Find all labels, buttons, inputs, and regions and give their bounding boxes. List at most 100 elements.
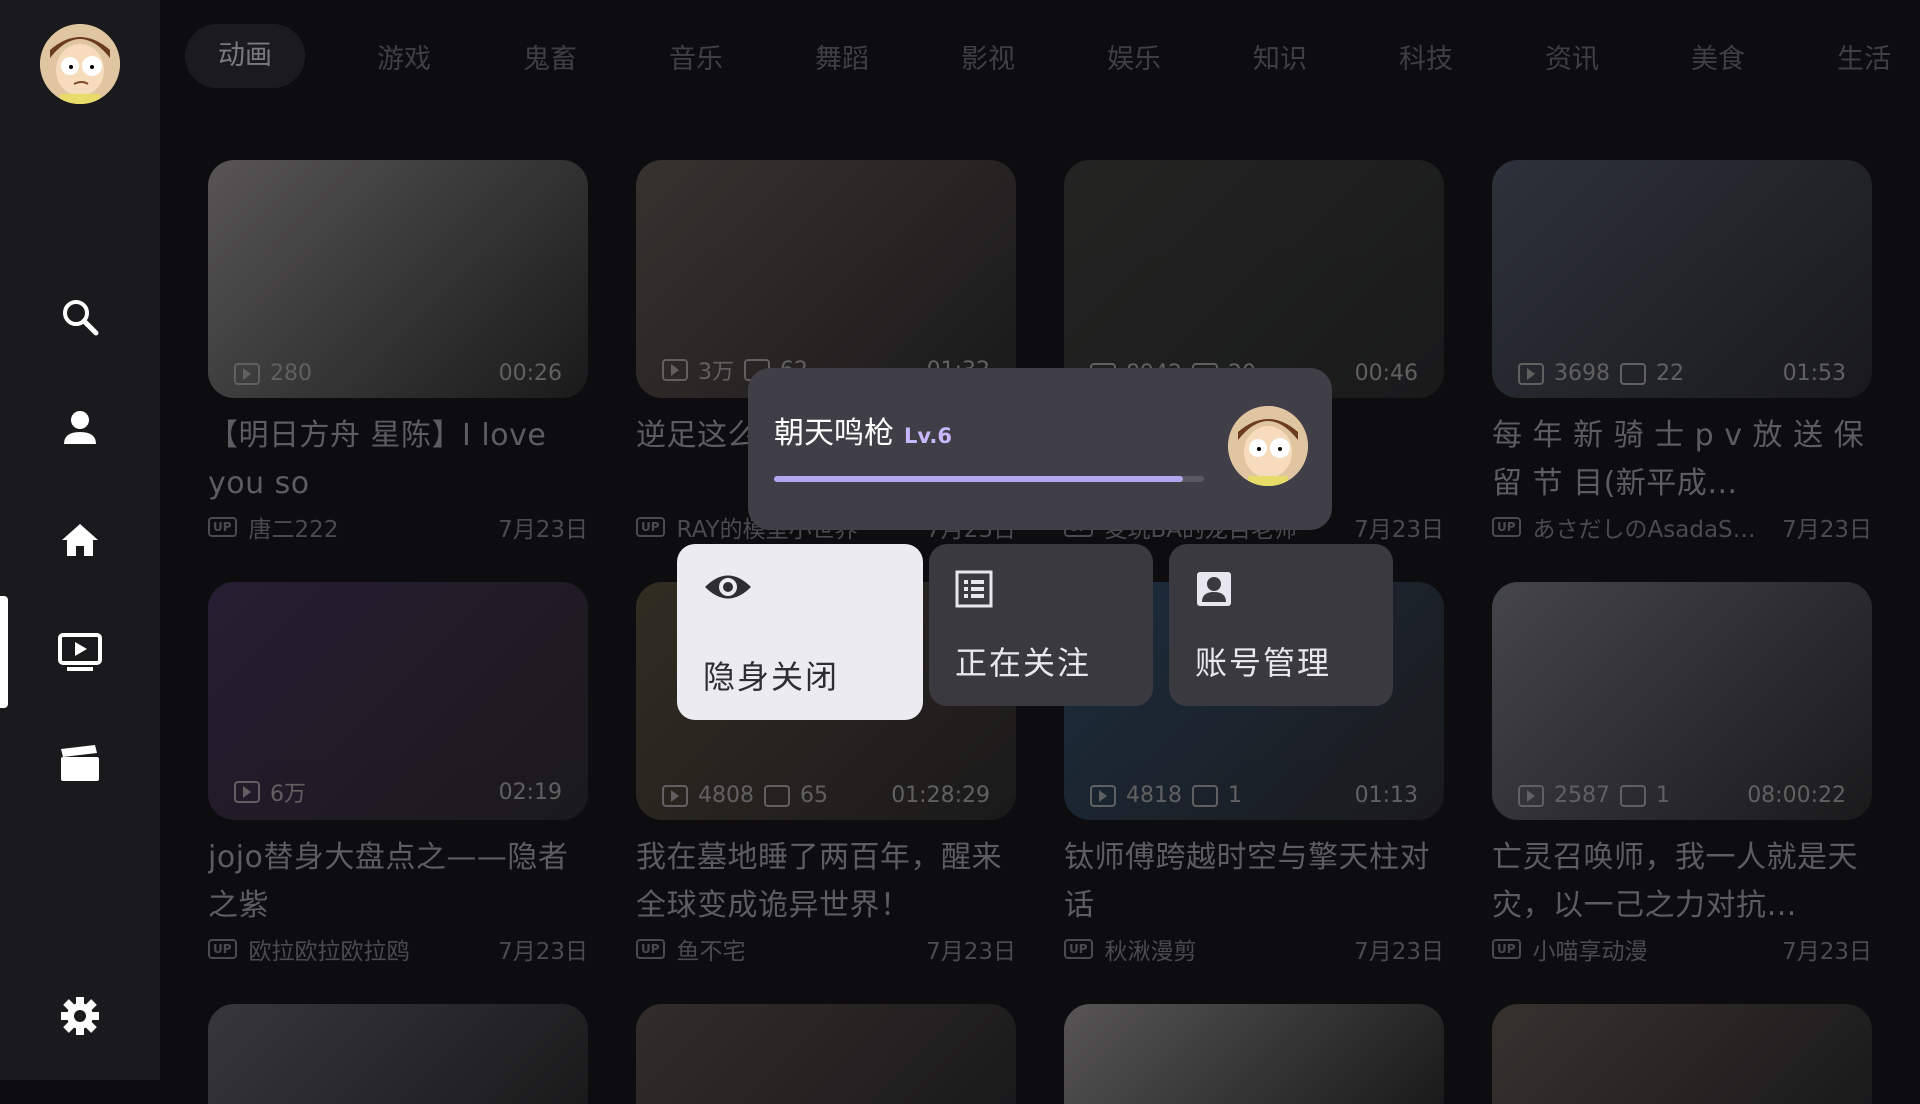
video-card[interactable] <box>1492 1004 1872 1104</box>
up-badge-icon: UP <box>636 939 665 959</box>
video-stats: 4808 65 01:28:29 <box>662 783 990 808</box>
video-date: 7月23日 <box>926 939 1016 965</box>
video-title: 【明日方舟 星陈】I love you so <box>208 418 547 501</box>
video-thumbnail <box>208 1004 588 1104</box>
danmaku-icon <box>764 784 790 807</box>
account-icon <box>1195 570 1233 612</box>
list-icon <box>955 570 993 612</box>
tab-kichiku[interactable]: 鬼畜 <box>477 37 623 76</box>
account-management-button[interactable]: 账号管理 <box>1169 544 1393 706</box>
user-icon[interactable] <box>50 398 110 458</box>
settings-icon[interactable] <box>50 986 110 1046</box>
video-meta: UP 小喵享动漫 7月23日 <box>1492 932 1872 966</box>
danmaku-icon <box>1620 784 1646 807</box>
video-stats: 3698 22 01:53 <box>1518 361 1846 386</box>
video-date: 7月23日 <box>498 939 588 965</box>
tab-tech[interactable]: 科技 <box>1353 37 1499 76</box>
tab-knowledge[interactable]: 知识 <box>1207 37 1353 76</box>
video-card[interactable]: 3698 22 01:53 每 年 新 骑 士 p v 放 送 保 留 节 目(新平成… <box>1492 160 1872 544</box>
video-date: 7月23日 <box>1354 939 1444 965</box>
video-title: 亡灵召唤师，我一人就是天灾，以一己之力对抗… <box>1492 840 1858 923</box>
search-icon[interactable] <box>50 287 110 347</box>
video-thumbnail: 2587 1 08:00:22 <box>1492 582 1872 820</box>
up-badge-icon: UP <box>208 939 237 959</box>
video-date: 7月23日 <box>1782 517 1872 543</box>
video-stats: 2587 1 08:00:22 <box>1518 783 1846 808</box>
up-badge-icon: UP <box>636 517 665 537</box>
view-count: 3698 <box>1554 361 1610 386</box>
video-meta: UP あさだしのAsadaS… 7月23日 <box>1492 510 1872 544</box>
tab-life[interactable]: 生活 <box>1791 37 1920 76</box>
level-badge: Lv.6 <box>904 424 952 448</box>
video-card[interactable]: 280 00:26 【明日方舟 星陈】I love you so UP 唐二222 7月2… <box>208 160 588 544</box>
video-card[interactable]: 2587 1 08:00:22 亡灵召唤师，我一人就是天灾，以一己之力对抗… UP 小喵享… <box>1492 582 1872 966</box>
tab-food[interactable]: 美食 <box>1645 37 1791 76</box>
video-author: 鱼不宅 <box>676 939 746 965</box>
play-count-icon <box>1518 362 1544 385</box>
tab-dance[interactable]: 舞蹈 <box>769 37 915 76</box>
tab-entertainment[interactable]: 娱乐 <box>1061 37 1207 76</box>
video-duration: 08:00:22 <box>1747 783 1846 808</box>
play-count-icon <box>1518 784 1544 807</box>
eye-icon <box>703 570 753 608</box>
incognito-toggle-button[interactable]: 隐身关闭 <box>677 544 923 720</box>
video-date: 7月23日 <box>1782 939 1872 965</box>
danmaku-count: 1 <box>1228 783 1242 808</box>
danmaku-count: 65 <box>800 783 828 808</box>
video-meta: UP 鱼不宅 7月23日 <box>636 932 1016 966</box>
home-icon[interactable] <box>50 510 110 570</box>
play-count-icon <box>1090 784 1116 807</box>
avatar-icon <box>1228 406 1308 486</box>
video-author: 小喵享动漫 <box>1532 939 1648 965</box>
video-duration: 01:28:29 <box>891 783 990 808</box>
video-author: あさだしのAsadaS… <box>1532 517 1756 543</box>
play-count-icon <box>234 781 260 803</box>
video-thumbnail: 89422000:46 <box>1064 160 1444 398</box>
video-card[interactable]: 6万 02:19 jojo替身大盘点之——隐者之紫 UP 欧拉欧拉欧拉鸥 7月23日 <box>208 582 588 966</box>
danmaku-icon <box>1192 784 1218 807</box>
tab-music[interactable]: 音乐 <box>623 37 769 76</box>
video-stats: 280 00:26 <box>234 361 562 386</box>
view-count: 2587 <box>1554 783 1610 808</box>
user-avatar[interactable] <box>40 24 120 104</box>
category-tabs: 动画 游戏 鬼畜 音乐 舞蹈 影视 娱乐 知识 科技 资讯 美食 生活 <box>185 24 1920 88</box>
play-count-icon <box>234 362 260 385</box>
view-count: 280 <box>270 361 312 386</box>
view-count: 4818 <box>1126 783 1182 808</box>
up-badge-icon: UP <box>1064 939 1093 959</box>
play-count-icon <box>662 359 688 381</box>
video-duration: 02:19 <box>498 779 562 805</box>
incognito-label: 隐身关闭 <box>703 658 840 696</box>
video-title: 钛师傅跨越时空与擎天柱对话 <box>1064 840 1430 923</box>
video-card[interactable] <box>636 1004 1016 1104</box>
profile-name: 朝天鸣枪 <box>774 416 894 451</box>
video-date: 7月23日 <box>498 517 588 543</box>
sidebar <box>0 0 160 1080</box>
video-stats: 4818 1 01:13 <box>1090 783 1418 808</box>
video-thumbnail: 3698 22 01:53 <box>1492 160 1872 398</box>
tab-film[interactable]: 影视 <box>915 37 1061 76</box>
movie-icon[interactable] <box>50 734 110 794</box>
video-duration: 00:26 <box>498 361 562 386</box>
video-thumbnail <box>1492 1004 1872 1104</box>
video-title: jojo替身大盘点之——隐者之紫 <box>208 840 569 923</box>
video-title: 我在墓地睡了两百年，醒来全球变成诡异世界！ <box>636 840 1002 923</box>
danmaku-icon <box>1620 362 1646 385</box>
following-button[interactable]: 正在关注 <box>929 544 1153 706</box>
video-author: 欧拉欧拉欧拉鸥 <box>248 939 410 965</box>
tab-anime[interactable]: 动画 <box>185 24 305 88</box>
video-duration: 01:13 <box>1354 783 1418 808</box>
video-meta: UP 唐二222 7月23日 <box>208 510 588 544</box>
video-card[interactable] <box>208 1004 588 1104</box>
video-icon[interactable] <box>50 622 110 682</box>
video-stats: 6万 02:19 <box>234 776 562 808</box>
video-thumbnail: 280 00:26 <box>208 160 588 398</box>
exp-progress-bar <box>774 476 1204 482</box>
danmaku-count: 22 <box>1656 361 1684 386</box>
tab-game[interactable]: 游戏 <box>331 37 477 76</box>
video-meta: UP 欧拉欧拉欧拉鸥 7月23日 <box>208 932 588 966</box>
danmaku-count: 1 <box>1656 783 1670 808</box>
video-card[interactable] <box>1064 1004 1444 1104</box>
tab-news[interactable]: 资讯 <box>1499 37 1645 76</box>
profile-popup: 朝天鸣枪 Lv.6 <box>748 368 1332 530</box>
